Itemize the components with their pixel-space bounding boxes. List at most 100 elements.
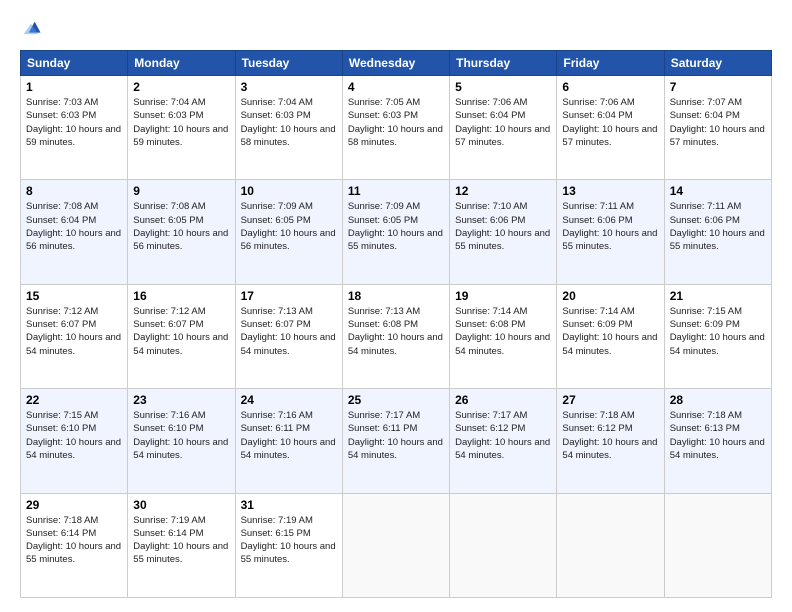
calendar-day-25: 25 Sunrise: 7:17 AMSunset: 6:11 PMDayligh… [342,389,449,493]
calendar-header-tuesday: Tuesday [235,51,342,76]
day-number: 3 [241,80,337,94]
day-info: Sunrise: 7:18 AMSunset: 6:14 PMDaylight:… [26,515,121,566]
calendar-day-9: 9Sunrise: 7:08 AMSunset: 6:05 PMDaylight… [128,180,235,284]
day-info: Sunrise: 7:10 AMSunset: 6:06 PMDaylight:… [455,201,550,252]
day-info: Sunrise: 7:16 AMSunset: 6:11 PMDaylight:… [241,410,336,461]
calendar-table: SundayMondayTuesdayWednesdayThursdayFrid… [20,50,772,598]
calendar-day-13: 13 Sunrise: 7:11 AMSunset: 6:06 PMDayligh… [557,180,664,284]
calendar-day-3: 3 Sunrise: 7:04 AMSunset: 6:03 PMDaylight… [235,76,342,180]
day-number: 31 [241,498,337,512]
calendar-day-15: 15 Sunrise: 7:12 AMSunset: 6:07 PMDayligh… [21,284,128,388]
day-number: 7 [670,80,766,94]
day-number: 8 [26,184,122,198]
day-number: 4 [348,80,444,94]
day-info: Sunrise: 7:09 AMSunset: 6:05 PMDaylight:… [241,201,336,252]
day-number: 13 [562,184,658,198]
day-info: Sunrise: 7:11 AMSunset: 6:06 PMDaylight:… [670,201,765,252]
calendar-week-3: 15 Sunrise: 7:12 AMSunset: 6:07 PMDayligh… [21,284,772,388]
calendar-day-31: 31Sunrise: 7:19 AMSunset: 6:15 PMDayligh… [235,493,342,597]
day-number: 27 [562,393,658,407]
calendar-header-thursday: Thursday [450,51,557,76]
calendar-day-11: 11Sunrise: 7:09 AMSunset: 6:05 PMDayligh… [342,180,449,284]
day-info: Sunrise: 7:14 AMSunset: 6:08 PMDaylight:… [455,306,550,357]
day-number: 16 [133,289,229,303]
calendar-header-wednesday: Wednesday [342,51,449,76]
empty-cell [664,493,771,597]
day-number: 21 [670,289,766,303]
day-number: 29 [26,498,122,512]
day-info: Sunrise: 7:07 AMSunset: 6:04 PMDaylight:… [670,97,765,148]
day-number: 25 [348,393,444,407]
day-number: 30 [133,498,229,512]
calendar-day-29: 29 Sunrise: 7:18 AMSunset: 6:14 PMDayligh… [21,493,128,597]
calendar-day-6: 6Sunrise: 7:06 AMSunset: 6:04 PMDaylight… [557,76,664,180]
calendar-day-28: 28 Sunrise: 7:18 AMSunset: 6:13 PMDayligh… [664,389,771,493]
calendar-day-22: 22 Sunrise: 7:15 AMSunset: 6:10 PMDayligh… [21,389,128,493]
day-info: Sunrise: 7:18 AMSunset: 6:12 PMDaylight:… [562,410,657,461]
day-number: 26 [455,393,551,407]
day-number: 15 [26,289,122,303]
day-info: Sunrise: 7:18 AMSunset: 6:13 PMDaylight:… [670,410,765,461]
calendar-day-30: 30 Sunrise: 7:19 AMSunset: 6:14 PMDayligh… [128,493,235,597]
day-number: 2 [133,80,229,94]
day-number: 28 [670,393,766,407]
day-info: Sunrise: 7:13 AMSunset: 6:07 PMDaylight:… [241,306,336,357]
calendar-day-16: 16Sunrise: 7:12 AMSunset: 6:07 PMDayligh… [128,284,235,388]
calendar-header-sunday: Sunday [21,51,128,76]
day-info: Sunrise: 7:09 AMSunset: 6:05 PMDaylight:… [348,201,443,252]
day-number: 18 [348,289,444,303]
day-number: 23 [133,393,229,407]
calendar-header-saturday: Saturday [664,51,771,76]
calendar-day-24: 24 Sunrise: 7:16 AMSunset: 6:11 PMDayligh… [235,389,342,493]
calendar-day-18: 18 Sunrise: 7:13 AMSunset: 6:08 PMDayligh… [342,284,449,388]
day-info: Sunrise: 7:14 AMSunset: 6:09 PMDaylight:… [562,306,657,357]
calendar-week-1: 1 Sunrise: 7:03 AMSunset: 6:03 PMDaylight… [21,76,772,180]
calendar-day-17: 17 Sunrise: 7:13 AMSunset: 6:07 PMDayligh… [235,284,342,388]
day-info: Sunrise: 7:17 AMSunset: 6:11 PMDaylight:… [348,410,443,461]
day-info: Sunrise: 7:04 AMSunset: 6:03 PMDaylight:… [241,97,336,148]
day-info: Sunrise: 7:11 AMSunset: 6:06 PMDaylight:… [562,201,657,252]
day-info: Sunrise: 7:03 AMSunset: 6:03 PMDaylight:… [26,97,121,148]
calendar-day-23: 23 Sunrise: 7:16 AMSunset: 6:10 PMDayligh… [128,389,235,493]
calendar-day-12: 12Sunrise: 7:10 AMSunset: 6:06 PMDayligh… [450,180,557,284]
day-number: 5 [455,80,551,94]
calendar-day-10: 10 Sunrise: 7:09 AMSunset: 6:05 PMDayligh… [235,180,342,284]
day-number: 24 [241,393,337,407]
day-info: Sunrise: 7:13 AMSunset: 6:08 PMDaylight:… [348,306,443,357]
day-info: Sunrise: 7:15 AMSunset: 6:10 PMDaylight:… [26,410,121,461]
empty-cell [450,493,557,597]
header [20,18,772,40]
day-number: 22 [26,393,122,407]
empty-cell [557,493,664,597]
logo-icon [20,18,42,40]
day-info: Sunrise: 7:08 AMSunset: 6:04 PMDaylight:… [26,201,121,252]
day-number: 1 [26,80,122,94]
day-info: Sunrise: 7:17 AMSunset: 6:12 PMDaylight:… [455,410,550,461]
day-info: Sunrise: 7:16 AMSunset: 6:10 PMDaylight:… [133,410,228,461]
calendar-header-row: SundayMondayTuesdayWednesdayThursdayFrid… [21,51,772,76]
day-number: 10 [241,184,337,198]
day-info: Sunrise: 7:19 AMSunset: 6:14 PMDaylight:… [133,515,228,566]
calendar-week-5: 29 Sunrise: 7:18 AMSunset: 6:14 PMDayligh… [21,493,772,597]
day-number: 17 [241,289,337,303]
calendar-day-26: 26 Sunrise: 7:17 AMSunset: 6:12 PMDayligh… [450,389,557,493]
day-info: Sunrise: 7:05 AMSunset: 6:03 PMDaylight:… [348,97,443,148]
day-number: 19 [455,289,551,303]
calendar-day-2: 2Sunrise: 7:04 AMSunset: 6:03 PMDaylight… [128,76,235,180]
calendar-day-14: 14Sunrise: 7:11 AMSunset: 6:06 PMDayligh… [664,180,771,284]
day-info: Sunrise: 7:15 AMSunset: 6:09 PMDaylight:… [670,306,765,357]
calendar-week-4: 22 Sunrise: 7:15 AMSunset: 6:10 PMDayligh… [21,389,772,493]
calendar-day-7: 7 Sunrise: 7:07 AMSunset: 6:04 PMDaylight… [664,76,771,180]
empty-cell [342,493,449,597]
calendar-day-27: 27 Sunrise: 7:18 AMSunset: 6:12 PMDayligh… [557,389,664,493]
day-number: 6 [562,80,658,94]
day-info: Sunrise: 7:12 AMSunset: 6:07 PMDaylight:… [26,306,121,357]
calendar-day-20: 20Sunrise: 7:14 AMSunset: 6:09 PMDayligh… [557,284,664,388]
calendar-header-friday: Friday [557,51,664,76]
calendar-header-monday: Monday [128,51,235,76]
calendar-week-2: 8 Sunrise: 7:08 AMSunset: 6:04 PMDaylight… [21,180,772,284]
calendar-day-5: 5 Sunrise: 7:06 AMSunset: 6:04 PMDaylight… [450,76,557,180]
day-number: 9 [133,184,229,198]
page: SundayMondayTuesdayWednesdayThursdayFrid… [0,0,792,612]
day-info: Sunrise: 7:06 AMSunset: 6:04 PMDaylight:… [455,97,550,148]
